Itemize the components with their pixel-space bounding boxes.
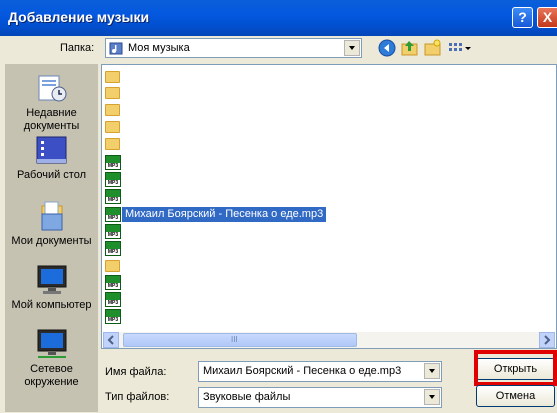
help-button[interactable]: ? (512, 7, 533, 28)
folder-dropdown[interactable]: Моя музыка (105, 38, 362, 58)
selected-file-name: Михаил Боярский - Песенка о еде.mp3 (122, 207, 327, 222)
folder-icon (105, 71, 120, 83)
folder-icon (105, 138, 120, 150)
folder-icon (105, 121, 120, 133)
folder-icon (105, 104, 120, 116)
view-menu-icon[interactable] (448, 39, 472, 57)
scroll-right-button[interactable] (539, 332, 555, 348)
folder-icon (105, 87, 120, 99)
mp3-file-icon: MP3 (105, 241, 121, 256)
place-label: документы (23, 120, 80, 132)
filename-value: Михаил Боярский - Песенка о еде.mp3 (203, 365, 402, 377)
mp3-file-icon: MP3 (105, 309, 121, 324)
place-desktop[interactable]: Рабочий стол (5, 136, 98, 182)
scroll-left-button[interactable] (103, 332, 119, 348)
music-folder-icon (109, 41, 123, 55)
network-icon (36, 328, 68, 360)
folder-value: Моя музыка (128, 42, 190, 54)
place-my-computer[interactable]: Мой компьютер (5, 264, 98, 312)
place-recent-documents[interactable]: Недавние документы (5, 72, 98, 133)
filetype-label: Тип файлов: (105, 391, 170, 403)
my-computer-icon (36, 264, 68, 296)
mp3-file-icon: MP3 (105, 172, 121, 187)
new-folder-icon[interactable] (424, 39, 442, 57)
recent-documents-icon (36, 72, 68, 104)
place-my-documents[interactable]: Мои документы (5, 200, 98, 248)
place-label: Мои документы (11, 235, 92, 247)
horizontal-scrollbar[interactable]: III (103, 332, 555, 348)
place-label: Сетевое (30, 363, 73, 375)
filetype-value: Звуковые файлы (203, 391, 291, 403)
file-list[interactable]: MP3 MP3 MP3 MP3 Михаил Боярский - Песенк… (101, 64, 557, 349)
up-folder-icon[interactable] (401, 39, 419, 57)
filename-field[interactable]: Михаил Боярский - Песенка о еде.mp3 (198, 361, 442, 382)
mp3-file-icon: MP3 (105, 224, 121, 239)
desktop-icon (36, 136, 68, 166)
close-button[interactable]: X (537, 7, 557, 28)
filetype-dropdown[interactable]: Звуковые файлы (198, 387, 442, 408)
back-icon[interactable] (378, 39, 396, 57)
place-label: окружение (24, 376, 79, 388)
filename-label: Имя файла: (105, 366, 167, 378)
place-label: Недавние (26, 107, 77, 119)
my-documents-icon (36, 200, 68, 232)
place-label: Мой компьютер (11, 299, 92, 311)
title-bar: Добавление музыки ? X (0, 0, 557, 36)
folder-label: Папка: (60, 42, 95, 54)
scroll-thumb[interactable]: III (123, 333, 357, 347)
scroll-grip: III (231, 335, 238, 344)
places-bar: Недавние документы Рабочий стол Мои доку… (5, 64, 98, 412)
folder-icon (105, 260, 120, 272)
cancel-button[interactable]: Отмена (476, 385, 555, 407)
chevron-down-icon[interactable] (424, 363, 440, 379)
chevron-down-icon[interactable] (424, 389, 440, 405)
place-network[interactable]: Сетевое окружение (5, 328, 98, 389)
place-label: Рабочий стол (16, 169, 87, 181)
chevron-down-icon[interactable] (344, 40, 360, 56)
mp3-file-icon: MP3 (105, 189, 121, 204)
mp3-file-icon: MP3 (105, 207, 121, 222)
highlight-box (474, 350, 557, 386)
mp3-file-icon: MP3 (105, 275, 121, 290)
mp3-file-icon: MP3 (105, 155, 121, 170)
mp3-file-icon: MP3 (105, 292, 121, 307)
window-title: Добавление музыки (8, 9, 150, 25)
